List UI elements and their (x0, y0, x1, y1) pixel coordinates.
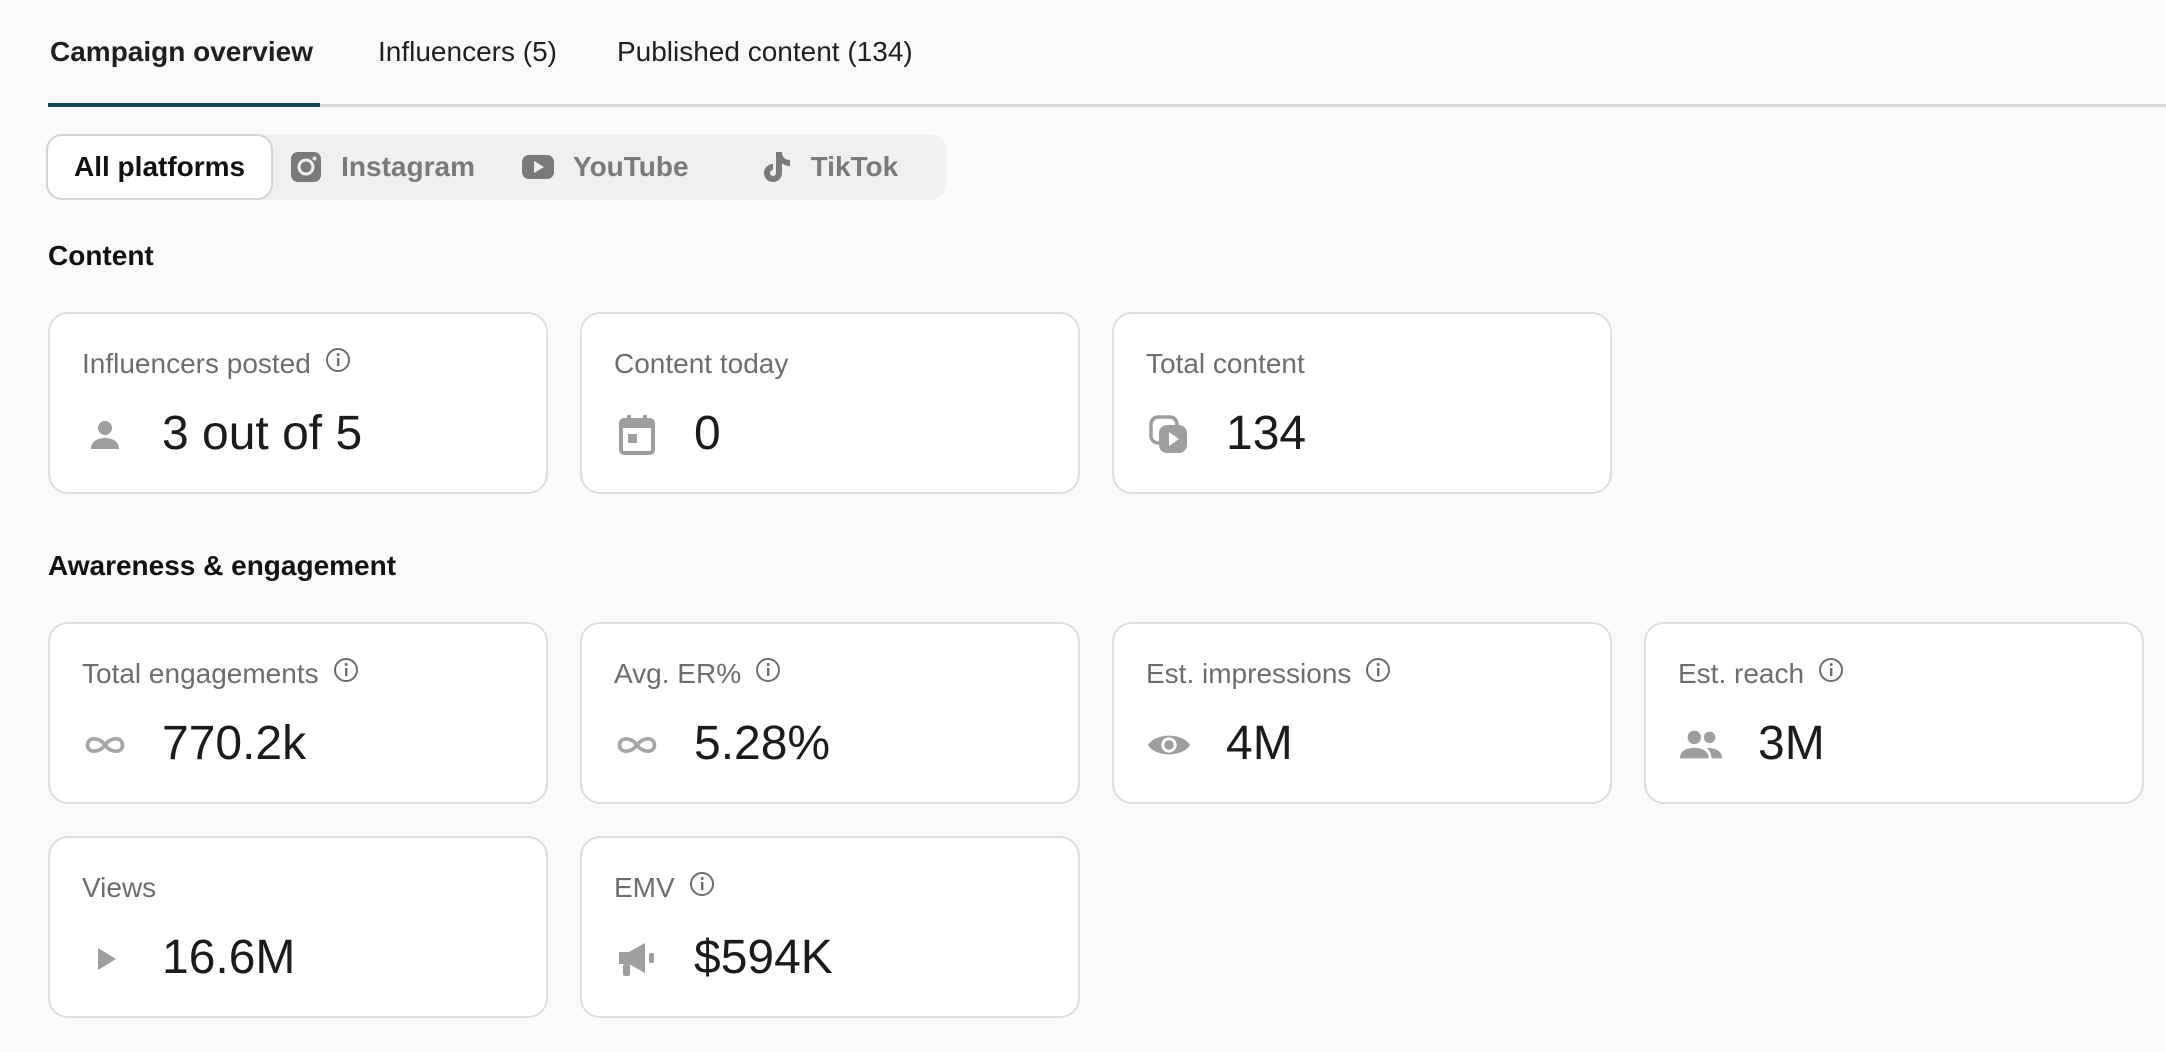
tab-campaign-overview[interactable]: Campaign overview (48, 6, 320, 107)
platform-all-button[interactable]: All platforms (46, 134, 274, 200)
eye-icon (1146, 722, 1192, 768)
card-label-row: Est. reach (1678, 658, 1844, 690)
card-label-row: Avg. ER% (614, 658, 781, 690)
instagram-icon (289, 150, 323, 184)
platform-filter: All platforms Instagram YouTube TikTok (46, 134, 946, 200)
calendar-icon (614, 412, 660, 458)
youtube-icon (521, 150, 555, 184)
platform-label: All platforms (74, 151, 246, 182)
card-label-row: Content today (614, 348, 788, 380)
card-est-impressions: Est. impressions 4M (1112, 622, 1612, 804)
person-icon (82, 412, 128, 458)
card-emv: EMV $594K (580, 836, 1080, 1018)
platform-label: Instagram (341, 151, 475, 182)
section-title-content: Content (48, 240, 154, 271)
tab-label: Influencers (5) (378, 35, 557, 67)
platform-youtube-button[interactable]: YouTube (521, 134, 689, 200)
card-label: Views (82, 872, 157, 903)
info-icon[interactable] (755, 657, 781, 683)
megaphone-icon (614, 936, 660, 982)
platform-instagram-button[interactable]: Instagram (289, 134, 475, 200)
card-views: Views 16.6M (48, 836, 548, 1018)
card-influencers-posted: Influencers posted 3 out of 5 (48, 312, 548, 494)
card-label-row: EMV (614, 872, 715, 904)
campaign-dashboard: Campaign overview Influencers (5) Publis… (0, 0, 2166, 1052)
info-icon[interactable] (1365, 657, 1391, 683)
info-icon[interactable] (333, 657, 359, 683)
tab-label: Campaign overview (50, 35, 313, 67)
card-label: Total content (1146, 348, 1305, 379)
card-value: 3 out of 5 (162, 407, 363, 460)
tab-published-content[interactable]: Published content (134) (615, 6, 915, 107)
info-icon[interactable] (325, 347, 351, 373)
card-value: $594K (694, 931, 833, 984)
card-total-content: Total content 134 (1112, 312, 1612, 494)
card-label-row: Views (82, 872, 156, 904)
card-label: Influencers posted (82, 348, 311, 379)
info-icon[interactable] (689, 871, 715, 897)
card-value: 16.6M (162, 931, 296, 984)
card-content-today: Content today 0 (580, 312, 1080, 494)
card-value: 770.2k (162, 717, 307, 770)
card-label-row: Total content (1146, 348, 1305, 380)
card-label-row: Total engagements (82, 658, 359, 690)
card-value: 134 (1226, 407, 1307, 460)
card-label: Avg. ER% (614, 658, 742, 689)
platform-label: YouTube (572, 151, 689, 182)
tab-label: Published content (134) (616, 35, 913, 67)
card-label: Est. impressions (1146, 658, 1352, 689)
infinity-icon (614, 722, 660, 768)
infinity-icon (82, 722, 128, 768)
card-value: 0 (694, 407, 721, 460)
tiktok-icon (759, 150, 793, 184)
card-total-engagements: Total engagements 770.2k (48, 622, 548, 804)
card-label-row: Est. impressions (1146, 658, 1391, 690)
tab-bar: Campaign overview Influencers (5) Publis… (48, 0, 2166, 107)
media-stack-icon (1146, 412, 1192, 458)
platform-label: TikTok (810, 151, 899, 182)
card-value: 5.28% (694, 717, 831, 770)
card-avg-er: Avg. ER% 5.28% (580, 622, 1080, 804)
card-label-row: Influencers posted (82, 348, 351, 380)
card-label: Content today (614, 348, 789, 379)
info-icon[interactable] (1818, 657, 1844, 683)
card-label: Est. reach (1678, 658, 1805, 689)
card-value: 4M (1226, 717, 1293, 770)
card-label: Total engagements (82, 658, 319, 689)
card-est-reach: Est. reach 3M (1644, 622, 2144, 804)
platform-tiktok-button[interactable]: TikTok (759, 134, 899, 200)
play-icon (82, 936, 128, 982)
card-label: EMV (614, 872, 675, 903)
people-icon (1678, 722, 1724, 768)
card-value: 3M (1758, 717, 1825, 770)
tab-influencers[interactable]: Influencers (5) (376, 6, 559, 107)
section-title-awareness: Awareness & engagement (48, 550, 397, 581)
